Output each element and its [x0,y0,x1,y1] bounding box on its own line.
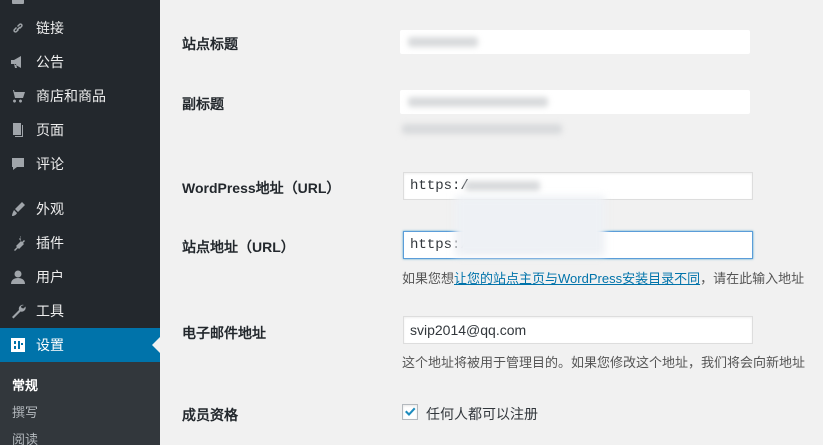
desc-text: ，请在此输入地址 [700,271,805,286]
email-value: svip2014@qq.com [410,322,527,338]
sidebar-item-comments[interactable]: 评论 [0,147,160,181]
sidebar-item-label: 页面 [36,122,64,138]
pages-icon [0,113,36,147]
plugin-icon [0,226,36,260]
settings-submenu: 常规 撰写 阅读 [0,362,160,445]
blurred-value [408,37,478,47]
sidebar-item-shop[interactable]: 商店和商品 [0,79,160,113]
checkmark-icon [405,407,416,416]
comment-icon [0,147,36,181]
sidebar-item-tools[interactable]: 工具 [0,294,160,328]
submenu-item-reading[interactable]: 阅读 [12,429,38,445]
wordpress-url-label: WordPress地址（URL） [182,180,341,196]
sidebar-item-label: 工具 [36,303,64,319]
email-label: 电子邮件地址 [182,325,266,341]
megaphone-icon [0,45,36,79]
sidebar-item-plugins[interactable]: 插件 [0,226,160,260]
settings-form: 站点标题 副标题 WordPress地址（URL） https:/ 站点地址（U… [160,0,823,445]
sidebar-item-label: 用户 [36,269,64,285]
sidebar-item-label: 商店和商品 [36,88,106,104]
tagline-label: 副标题 [182,96,224,112]
wrench-icon [0,294,36,328]
sidebar-item-links[interactable]: 链接 [0,11,160,45]
site-title-input[interactable] [400,30,750,54]
user-icon [0,260,36,294]
sidebar-item-appearance[interactable]: 外观 [0,192,160,226]
blur-patch [455,196,605,256]
blurred-tagline-description [402,124,562,134]
brush-icon [0,192,36,226]
site-title-label: 站点标题 [182,36,238,52]
membership-checkbox[interactable] [402,404,418,420]
active-indicator [152,337,160,353]
blurred-value [408,97,548,107]
sidebar-item-label: 公告 [36,54,64,70]
email-description: 这个地址将被用于管理目的。如果您修改这个地址，我们将会向新地址 [402,355,806,370]
settings-icon [0,328,36,362]
membership-label: 成员资格 [182,407,238,423]
admin-sidebar: 链接 公告 商店和商品 页面 评论 外观 插件 用户 工具 设置 常规 撰写 阅… [0,0,160,445]
sidebar-item-settings[interactable]: 设置 [0,328,160,362]
link-icon [0,11,36,45]
site-url-description: 如果您想让您的站点主页与WordPress安装目录不同，请在此输入地址 [402,268,804,287]
membership-checkbox-label[interactable]: 任何人都可以注册 [426,404,538,424]
cart-icon [0,79,36,113]
sidebar-item-label: 链接 [36,20,64,36]
sidebar-item-pages[interactable]: 页面 [0,113,160,147]
submenu-item-general[interactable]: 常规 [12,375,38,394]
site-url-help-link[interactable]: 让您的站点主页与WordPress安装目录不同 [454,271,700,286]
sidebar-item-label: 设置 [36,337,64,353]
desc-text: 如果您想 [402,271,455,286]
site-url-label: 站点地址（URL） [182,239,295,255]
sidebar-item-announcements[interactable]: 公告 [0,45,160,79]
submenu-item-writing[interactable]: 撰写 [12,402,38,421]
sidebar-item-label: 插件 [36,235,64,251]
wordpress-url-value: https:/ [410,178,469,194]
tagline-input[interactable] [400,90,750,114]
email-input[interactable]: svip2014@qq.com [403,316,753,344]
sidebar-item-label: 外观 [36,201,64,217]
sidebar-item-users[interactable]: 用户 [0,260,160,294]
blurred-url [465,181,540,191]
sidebar-item-label: 评论 [36,156,64,172]
